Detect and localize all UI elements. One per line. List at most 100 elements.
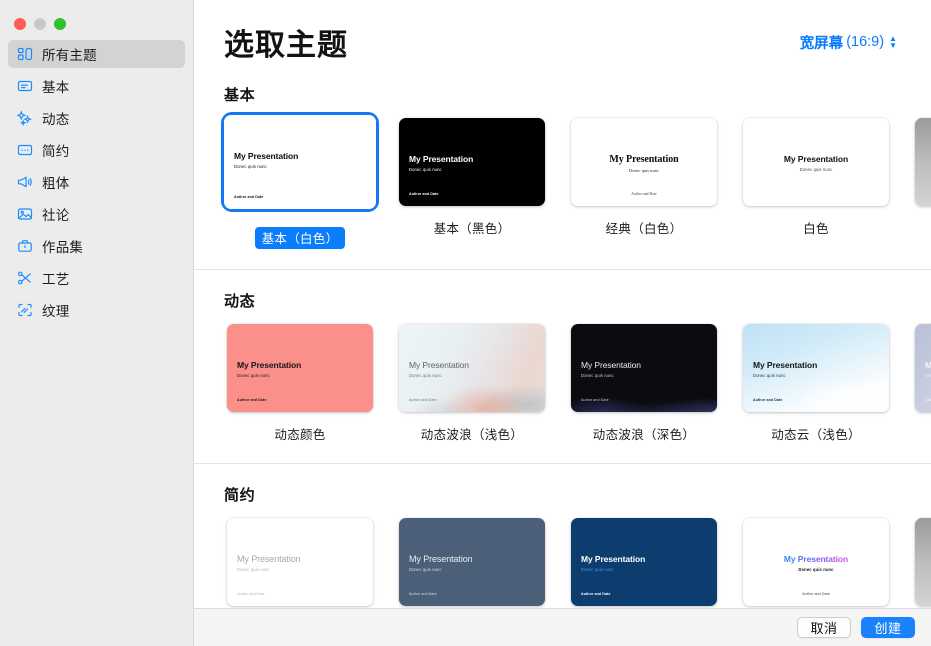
sidebar-item-bold[interactable]: 粗体 xyxy=(8,168,185,196)
theme-name: 白色 xyxy=(803,222,829,236)
theme-preview: My Presentation Donec quis nunc Author a… xyxy=(915,324,931,412)
theme-scroll-area[interactable]: 基本 My Presentation Donec quis nunc Autho… xyxy=(194,84,931,608)
photo-icon xyxy=(16,206,33,223)
theme-thumbnail[interactable]: My Presentation Donec quis nunc Author a… xyxy=(396,321,548,415)
theme-cell[interactable]: My Presentation Donec quis nunc Author a… xyxy=(568,115,720,249)
slide-title: My Presentation xyxy=(409,360,469,370)
theme-chooser-window: 所有主题 基本 动态 简约 粗体 社论 作品集 工艺 纹理 选取主题 宽屏幕 (… xyxy=(0,0,931,646)
sidebar-item-all-themes[interactable]: 所有主题 xyxy=(8,40,185,68)
aspect-ratio-popup-button[interactable]: 宽屏幕 (16:9) ▲ ▼ xyxy=(800,32,897,53)
sidebar-item-label: 纹理 xyxy=(42,304,70,319)
slide-title: My Presentation xyxy=(237,554,301,564)
theme-preview: My Presentation Donec quis nunc Author a… xyxy=(571,324,717,412)
theme-preview: My Presentation Donec quis nunc Author a… xyxy=(227,518,373,606)
theme-thumbnail[interactable] xyxy=(912,115,931,209)
theme-thumbnail[interactable]: My Presentation Donec quis nunc Author a… xyxy=(568,515,720,608)
slide-footer: Author and Date xyxy=(753,398,783,402)
theme-row: My Presentation Donec quis nunc Author a… xyxy=(224,515,931,608)
zoom-window-button[interactable] xyxy=(54,17,66,30)
sidebar-item-minimal[interactable]: 简约 xyxy=(8,136,185,164)
theme-thumbnail[interactable]: My Presentation Donec quis nunc Author a… xyxy=(912,321,931,415)
theme-preview: My Presentation Donec quis nunc Author a… xyxy=(399,324,545,412)
slide-subtitle: Donec quis nunc xyxy=(581,566,614,572)
theme-name: 经典（白色） xyxy=(605,222,683,236)
theme-cell[interactable]: My Presentation Donec quis nunc Author a… xyxy=(568,321,720,443)
slide-footer: Author and Date xyxy=(925,398,931,402)
slide-title: My Presentation xyxy=(234,151,299,161)
theme-cell-partial[interactable] xyxy=(912,115,931,249)
theme-preview xyxy=(915,118,931,206)
create-button[interactable]: 创建 xyxy=(861,617,915,638)
theme-section-dynamic: 动态 My Presentation Donec quis nunc Autho… xyxy=(194,290,931,443)
all-themes-icon xyxy=(16,46,33,63)
slide-subtitle: Donec quis nunc xyxy=(237,372,270,378)
theme-preview: My Presentation Donec quis nunc Author a… xyxy=(399,518,545,606)
theme-name: 动态云（浅色） xyxy=(771,428,861,442)
sidebar-item-label: 动态 xyxy=(42,112,70,127)
theme-cell-partial[interactable]: My Presentation Donec quis nunc Author a… xyxy=(912,321,931,443)
theme-thumbnail[interactable]: My Presentation Donec quis nunc Author a… xyxy=(396,115,548,209)
cancel-button[interactable]: 取消 xyxy=(797,617,851,638)
slide-footer: Author and Date xyxy=(409,192,439,196)
theme-row: My Presentation Donec quis nunc Author a… xyxy=(224,321,931,443)
theme-name: 动态波浪（浅色） xyxy=(420,428,524,442)
theme-cell[interactable]: My Presentation Donec quis nunc Author a… xyxy=(396,115,548,249)
slide-subtitle: Donec quis nunc xyxy=(234,163,267,169)
sidebar-item-label: 所有主题 xyxy=(42,48,97,63)
slide-subtitle: Donec quis nunc xyxy=(925,372,931,378)
slide-footer: Author and Date xyxy=(237,398,267,402)
sidebar-item-label: 社论 xyxy=(42,208,70,223)
theme-preview: My Presentation Donec quis nunc Author a… xyxy=(743,518,889,606)
sidebar-item-label: 粗体 xyxy=(42,176,70,191)
close-window-button[interactable] xyxy=(14,17,26,30)
sidebar-item-craft[interactable]: 工艺 xyxy=(8,264,185,292)
slide-title: My Presentation xyxy=(237,360,302,370)
slide-subtitle: Donec quis nunc xyxy=(581,372,614,378)
theme-thumbnail[interactable]: My Presentation Donec quis nunc Author a… xyxy=(568,115,720,209)
theme-thumbnail[interactable]: My Presentation Donec quis nunc Author a… xyxy=(224,515,376,608)
sidebar-item-label: 作品集 xyxy=(42,240,84,255)
theme-cell[interactable]: My Presentation Donec quis nunc Author a… xyxy=(224,515,376,608)
theme-preview xyxy=(915,518,931,606)
theme-cell[interactable]: My Presentation Donec quis nunc Author a… xyxy=(740,321,892,443)
texture-frame-icon xyxy=(16,302,33,319)
minimize-window-button[interactable] xyxy=(34,17,46,30)
section-title: 基本 xyxy=(224,87,256,104)
theme-row: My Presentation Donec quis nunc Author a… xyxy=(221,112,931,249)
theme-cell[interactable]: My Presentation Donec quis nunc Author a… xyxy=(396,515,548,608)
sidebar-item-texture[interactable]: 纹理 xyxy=(8,296,185,324)
theme-thumbnail[interactable] xyxy=(912,515,931,608)
sidebar-item-portfolio[interactable]: 作品集 xyxy=(8,232,185,260)
slide-title: My Presentation xyxy=(753,360,818,370)
theme-preview: My Presentation Donec quis nunc Author a… xyxy=(224,115,376,209)
theme-cell[interactable]: My Presentation Donec quis nunc Author a… xyxy=(740,115,892,249)
theme-thumbnail-selected[interactable]: My Presentation Donec quis nunc Author a… xyxy=(221,112,379,212)
theme-cell[interactable]: My Presentation Donec quis nunc Author a… xyxy=(221,112,379,249)
aspect-ratio-name: 宽屏幕 xyxy=(799,35,844,52)
theme-thumbnail[interactable]: My Presentation Donec quis nunc Author a… xyxy=(740,515,892,608)
theme-cell[interactable]: My Presentation Donec quis nunc Author a… xyxy=(396,321,548,443)
theme-cell[interactable]: My Presentation Donec quis nunc Author a… xyxy=(224,321,376,443)
slide-footer: Author and Date xyxy=(802,592,830,596)
sidebar-item-dynamic[interactable]: 动态 xyxy=(8,104,185,132)
minimal-icon xyxy=(16,142,33,159)
sidebar-item-editorial[interactable]: 社论 xyxy=(8,200,185,228)
theme-name: 动态颜色 xyxy=(274,428,326,442)
slide-title: My Presentation xyxy=(581,554,646,564)
theme-thumbnail[interactable]: My Presentation Donec quis nunc Author a… xyxy=(224,321,376,415)
theme-cell-partial[interactable] xyxy=(912,515,931,608)
footer-action-bar: 取消 创建 xyxy=(194,608,931,646)
theme-cell[interactable]: My Presentation Donec quis nunc Author a… xyxy=(568,515,720,608)
theme-cell[interactable]: My Presentation Donec quis nunc Author a… xyxy=(740,515,892,608)
slide-subtitle: Donec quis nunc xyxy=(799,166,833,172)
theme-thumbnail[interactable]: My Presentation Donec quis nunc Author a… xyxy=(568,321,720,415)
scissors-icon xyxy=(16,270,33,287)
theme-thumbnail[interactable]: My Presentation Donec quis nunc Author a… xyxy=(740,321,892,415)
theme-preview: My Presentation Donec quis nunc Author a… xyxy=(743,324,889,412)
theme-thumbnail[interactable]: My Presentation Donec quis nunc Author a… xyxy=(396,515,548,608)
slide-title: My Presentation xyxy=(783,554,849,564)
slide-title: My Presentation xyxy=(409,554,473,564)
sidebar-item-basic[interactable]: 基本 xyxy=(8,72,185,100)
theme-thumbnail[interactable]: My Presentation Donec quis nunc Author a… xyxy=(740,115,892,209)
sidebar-item-label: 工艺 xyxy=(42,272,70,287)
